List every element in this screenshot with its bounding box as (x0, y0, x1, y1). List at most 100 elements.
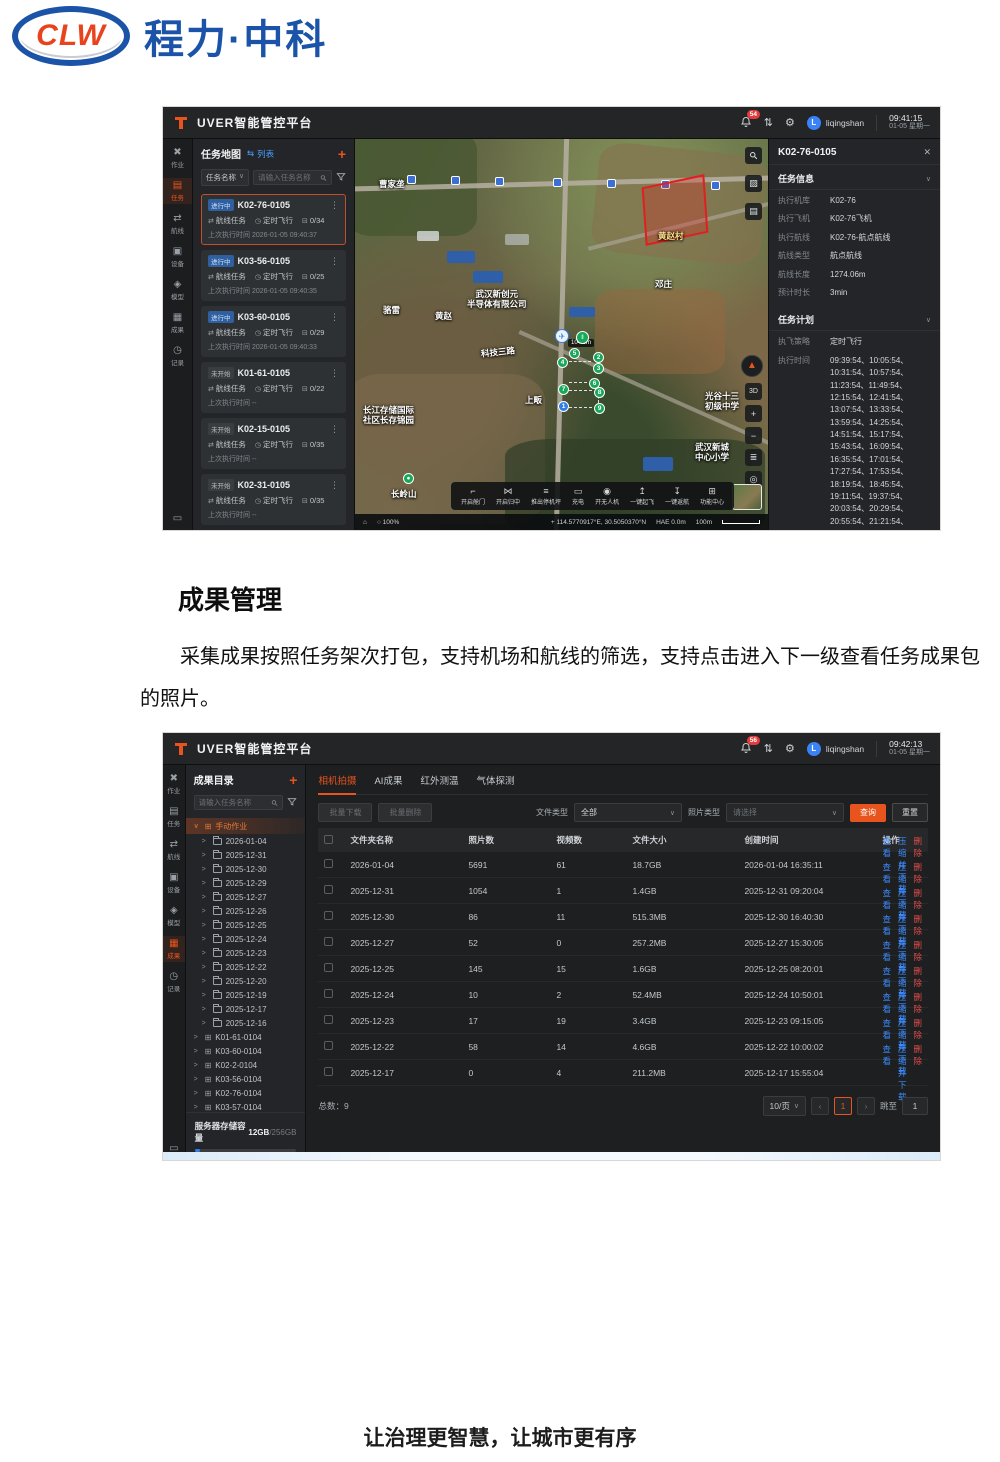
expand-arrow-icon[interactable]: > (194, 1090, 201, 1097)
tree-node[interactable]: > ⊞ K03-57-0104 (186, 1100, 306, 1112)
nav-item[interactable]: ▣ 设备 (163, 870, 185, 896)
query-button[interactable]: 查询 (850, 804, 886, 822)
tab[interactable]: AI成果 (374, 765, 402, 795)
dock-action-button[interactable]: ↥ 一键起飞 (630, 486, 654, 506)
column-header[interactable]: 视频数 (556, 834, 632, 846)
settings-gear-icon[interactable]: ⚙ (785, 116, 795, 129)
select-all-checkbox[interactable] (324, 835, 333, 844)
expand-arrow-icon[interactable]: > (202, 950, 209, 957)
table-row[interactable]: 2025-12-25 145 15 1.6GB 2025-12-25 08:20… (318, 956, 928, 982)
tree-node[interactable]: > ⊞ K03-60-0104 (186, 1044, 306, 1058)
tree-node[interactable]: > ⊞ 2025-12-24 (186, 932, 306, 946)
waypoint-marker[interactable]: 4 (557, 357, 568, 368)
row-checkbox[interactable] (324, 989, 333, 998)
tree-node[interactable]: > ⊞ K01-61-0104 (186, 1030, 306, 1044)
zoom-out-button[interactable]: − (745, 427, 762, 444)
jump-page-input[interactable] (902, 1097, 928, 1115)
tree-node[interactable]: > ⊞ K02-2-0104 (186, 1058, 306, 1072)
expand-arrow-icon[interactable]: > (202, 992, 209, 999)
table-row[interactable]: 2025-12-22 58 14 4.6GB 2025-12-22 10:00:… (318, 1034, 928, 1060)
row-checkbox[interactable] (324, 937, 333, 946)
sort-icon[interactable]: ⇅ (764, 742, 773, 755)
current-page[interactable]: 1 (834, 1097, 852, 1115)
dock-action-button[interactable]: ▭ 充电 (572, 486, 584, 506)
column-header[interactable]: 照片数 (468, 834, 556, 846)
tree-node[interactable]: > ⊞ 2025-12-16 (186, 1016, 306, 1030)
tree-node[interactable]: > ⊞ 2025-12-23 (186, 946, 306, 960)
filter-funnel-icon[interactable] (336, 172, 346, 184)
view-link[interactable]: 查看 (882, 1043, 891, 1103)
tree-node[interactable]: > ⊞ 2026-01-04 (186, 834, 306, 848)
tab[interactable]: 气体探测 (476, 765, 514, 795)
notifications-bell-icon[interactable]: 56 (740, 742, 752, 756)
table-row[interactable]: 2025-12-24 10 2 52.4MB 2025-12-24 10:50:… (318, 982, 928, 1008)
list-view-toggle[interactable]: ⇆列表 (247, 148, 274, 160)
nav-item[interactable]: ◷ 记录 (163, 969, 185, 995)
table-row[interactable]: 2026-01-04 5691 61 18.7GB 2026-01-04 16:… (318, 852, 928, 878)
expand-arrow-icon[interactable]: > (202, 1006, 209, 1013)
expand-arrow-icon[interactable]: > (194, 1076, 201, 1083)
nav-item[interactable]: ▦ 成果 (163, 310, 192, 336)
tree-node[interactable]: > ⊞ 2025-12-19 (186, 988, 306, 1002)
map-draw-button[interactable]: ▨ (745, 175, 762, 192)
tree-node[interactable]: > ⊞ 2025-12-30 (186, 862, 306, 876)
notifications-bell-icon[interactable]: 54 (740, 116, 752, 130)
table-row[interactable]: 2025-12-23 17 19 3.4GB 2025-12-23 09:15:… (318, 1008, 928, 1034)
tab[interactable]: 相机拍摄 (318, 765, 356, 795)
tree-node[interactable]: > ⊞ 2025-12-25 (186, 918, 306, 932)
tree-node[interactable]: > ⊞ K02-76-0104 (186, 1086, 306, 1100)
nav-item[interactable]: ⇄ 航线 (163, 837, 185, 863)
nav-item[interactable]: ✖ 作业 (163, 145, 192, 171)
dock-action-button[interactable]: ≡ 推出停机坪 (531, 486, 561, 506)
expand-arrow-icon[interactable]: > (194, 1062, 201, 1069)
task-card[interactable]: 进行中 K03-56-0105 ⋮ ⇄航线任务 ◷定时飞行 ⊟0/25 上次执行… (201, 250, 346, 301)
expand-arrow-icon[interactable]: > (202, 964, 209, 971)
task-card[interactable]: 未开始 K02-15-0105 ⋮ ⇄航线任务 ◷定时飞行 ⊟0/35 上次执行… (201, 418, 346, 469)
sort-icon[interactable]: ⇅ (764, 116, 773, 129)
tree-node[interactable]: > ⊞ 2025-12-26 (186, 904, 306, 918)
expand-arrow-icon[interactable]: > (202, 908, 209, 915)
task-card[interactable]: 未开始 K01-61-0105 ⋮ ⇄航线任务 ◷定时飞行 ⊟0/22 上次执行… (201, 362, 346, 413)
task-card[interactable]: 未开始 K02-31-0105 ⋮ ⇄航线任务 ◷定时飞行 ⊟0/35 上次执行… (201, 474, 346, 525)
nav-item[interactable]: ◈ 模型 (163, 903, 185, 929)
task-more-menu[interactable]: ⋮ (330, 256, 339, 267)
row-checkbox[interactable] (324, 1067, 333, 1076)
app-logo-icon[interactable] (173, 115, 189, 131)
zoom-in-button[interactable]: + (745, 405, 762, 422)
waypoint-marker[interactable]: 2 (593, 352, 604, 363)
table-row[interactable]: 2025-12-31 1054 1 1.4GB 2025-12-31 09:20… (318, 878, 928, 904)
nav-item[interactable]: ◈ 模型 (163, 277, 192, 303)
tree-node[interactable]: > ⊞ 2025-12-27 (186, 890, 306, 904)
waypoint-marker[interactable]: 5 (569, 348, 580, 359)
map-search-button[interactable] (745, 147, 762, 164)
waypoint-marker[interactable]: 8 (594, 387, 605, 398)
prev-page-button[interactable]: ‹ (811, 1097, 829, 1115)
waypoint-marker[interactable]: 3 (593, 363, 604, 374)
task-more-menu[interactable]: ⋮ (330, 200, 339, 211)
table-row[interactable]: 2025-12-30 86 11 515.3MB 2025-12-30 16:4… (318, 904, 928, 930)
compass[interactable]: ▲ (741, 355, 763, 377)
filter-funnel-icon[interactable] (287, 797, 297, 809)
expand-arrow-icon[interactable]: > (202, 866, 209, 873)
row-checkbox[interactable] (324, 859, 333, 868)
nav-item[interactable]: ▤ 任务 (163, 178, 192, 204)
pause-marker[interactable]: ‖ (576, 331, 589, 344)
row-checkbox[interactable] (324, 1015, 333, 1024)
tree-node[interactable]: > ⊞ K03-56-0104 (186, 1072, 306, 1086)
dock-action-button[interactable]: ⋈ 开启归中 (496, 486, 520, 506)
nav-item[interactable]: ▤ 任务 (163, 804, 185, 830)
next-page-button[interactable]: › (857, 1097, 875, 1115)
row-checkbox[interactable] (324, 885, 333, 894)
expand-arrow-icon[interactable]: > (202, 880, 209, 887)
nav-item[interactable]: ✖ 作业 (163, 771, 185, 797)
task-card[interactable]: 进行中 K03-60-0105 ⋮ ⇄航线任务 ◷定时飞行 ⊟0/29 上次执行… (201, 306, 346, 357)
expand-arrow-icon[interactable]: > (194, 1048, 201, 1055)
task-more-menu[interactable]: ⋮ (330, 368, 339, 379)
chevron-down-icon[interactable]: ∨ (926, 175, 931, 183)
delete-link[interactable]: 删除 (913, 1043, 922, 1103)
tree-search-input[interactable] (199, 798, 270, 807)
user-menu[interactable]: L liqingshan (807, 742, 864, 756)
nav-item[interactable]: ▣ 设备 (163, 244, 192, 270)
map-legend-button[interactable]: ▤ (745, 203, 762, 220)
task-search-input[interactable] (258, 173, 318, 182)
